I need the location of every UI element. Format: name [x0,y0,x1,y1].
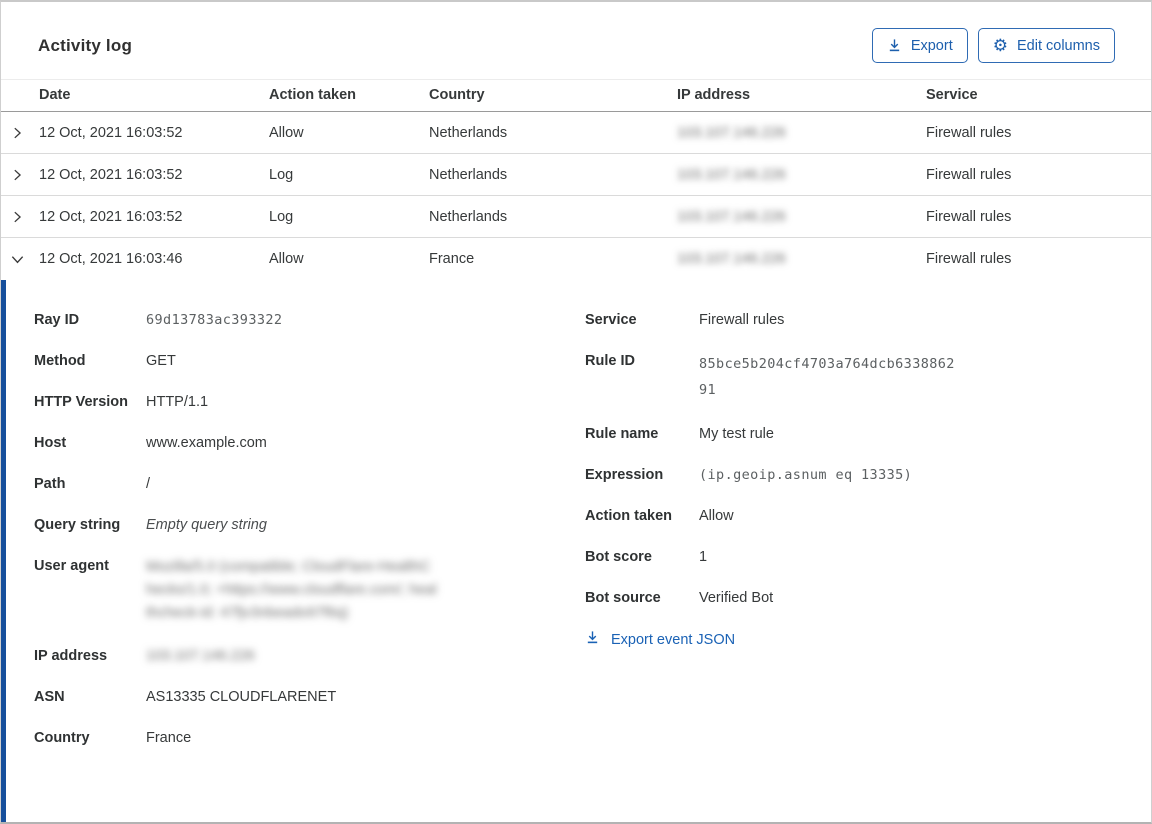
detail-left-column: Ray ID 69d13783ac393322 Method GET HTTP … [34,310,585,822]
cell-service: Firewall rules [926,251,1012,267]
cell-date: 12 Oct, 2021 16:03:52 [39,166,183,183]
detail-field-user-agent: User agent Mozilla/5.0 (compatible; Clou… [34,556,585,625]
column-header-ip-address: IP address [677,87,751,103]
detail-field-host: Host www.example.com [34,435,267,451]
table-row[interactable]: 12 Oct, 2021 16:03:52 Allow Netherlands … [1,112,1151,154]
chevron-right-icon[interactable] [1,126,39,140]
cell-action-taken: Allow [269,124,304,141]
table-row[interactable]: 12 Oct, 2021 16:03:52 Log Netherlands 10… [1,196,1151,238]
column-header-action-taken: Action taken [269,87,357,103]
export-button-label: Export [910,37,953,54]
event-detail-panel: Ray ID 69d13783ac393322 Method GET HTTP … [1,280,1151,822]
export-event-json-label: Export event JSON [611,631,736,648]
table-header: Date Action taken Country IP address Ser… [1,79,1151,112]
download-icon [887,38,902,53]
activity-log-page: { "page": { "title": "Activity log" }, "… [0,0,1152,824]
column-header-date: Date [39,87,71,103]
detail-right-column: Service Firewall rules Rule ID 85bce5b20… [585,310,1151,822]
cell-service: Firewall rules [926,166,1012,183]
cell-country: Netherlands [429,208,508,225]
redacted-ip: 103.107.146.226 [677,251,786,267]
detail-field-service: Service Firewall rules [585,312,785,328]
cell-country: France [429,251,475,267]
detail-field-rule-id: Rule ID 85bce5b204cf4703a764dcb633886291 [585,353,955,398]
cell-date: 12 Oct, 2021 16:03:46 [39,251,183,267]
page-title: Activity log [38,35,133,55]
redacted-ip: 103.107.146.226 [146,648,255,664]
detail-field-http-version: HTTP Version HTTP/1.1 [34,394,209,410]
download-icon [585,630,600,649]
edit-columns-button[interactable]: ⚙ Edit columns [977,28,1115,63]
export-event-json-link[interactable]: Export event JSON [585,630,735,649]
detail-field-rule-name: Rule name My test rule [585,426,774,442]
detail-field-ip-address: IP address 103.107.146.226 [34,648,255,664]
edit-columns-button-label: Edit columns [1016,37,1100,54]
detail-field-country: Country France [34,730,192,746]
cell-country: Netherlands [429,124,508,141]
detail-field-path: Path / [34,476,151,492]
column-header-service: Service [926,87,978,103]
cell-service: Firewall rules [926,124,1012,141]
chevron-right-icon[interactable] [1,210,39,224]
cell-action-taken: Allow [269,251,304,267]
cell-service: Firewall rules [926,208,1012,225]
detail-field-query-string: Query string Empty query string [34,517,267,533]
redacted-user-agent: Mozilla/5.0 (compatible; CloudFlare-Heal… [146,559,437,621]
detail-field-method: Method GET [34,353,176,369]
cell-country: Netherlands [429,166,508,183]
cell-action-taken: Log [269,208,294,225]
titlebar: Activity log Export ⚙ Edit columns [1,2,1151,79]
column-header-country: Country [429,87,485,103]
chevron-down-icon[interactable] [1,252,39,267]
detail-field-asn: ASN AS13335 CLOUDFLARENET [34,689,337,705]
toolbar: Export ⚙ Edit columns [871,28,1115,63]
detail-field-expression: Expression (ip.geoip.asnum eq 13335) [585,467,913,483]
chevron-right-icon[interactable] [1,168,39,182]
redacted-ip: 103.107.146.226 [677,166,786,183]
cell-action-taken: Log [269,166,294,183]
table-row-expanded[interactable]: 12 Oct, 2021 16:03:46 Allow France 103.1… [1,238,1151,280]
cell-date: 12 Oct, 2021 16:03:52 [39,124,183,141]
export-button[interactable]: Export [871,28,968,63]
detail-field-bot-source: Bot source Verified Bot [585,590,774,606]
detail-field-ray-id: Ray ID 69d13783ac393322 [34,312,283,328]
gear-icon: ⚙ [992,36,1008,55]
redacted-ip: 103.107.146.226 [677,124,786,141]
redacted-ip: 103.107.146.226 [677,208,786,225]
detail-field-action-taken: Action taken Allow [585,508,734,524]
cell-date: 12 Oct, 2021 16:03:52 [39,208,183,225]
table-row[interactable]: 12 Oct, 2021 16:03:52 Log Netherlands 10… [1,154,1151,196]
detail-field-bot-score: Bot score 1 [585,549,708,565]
